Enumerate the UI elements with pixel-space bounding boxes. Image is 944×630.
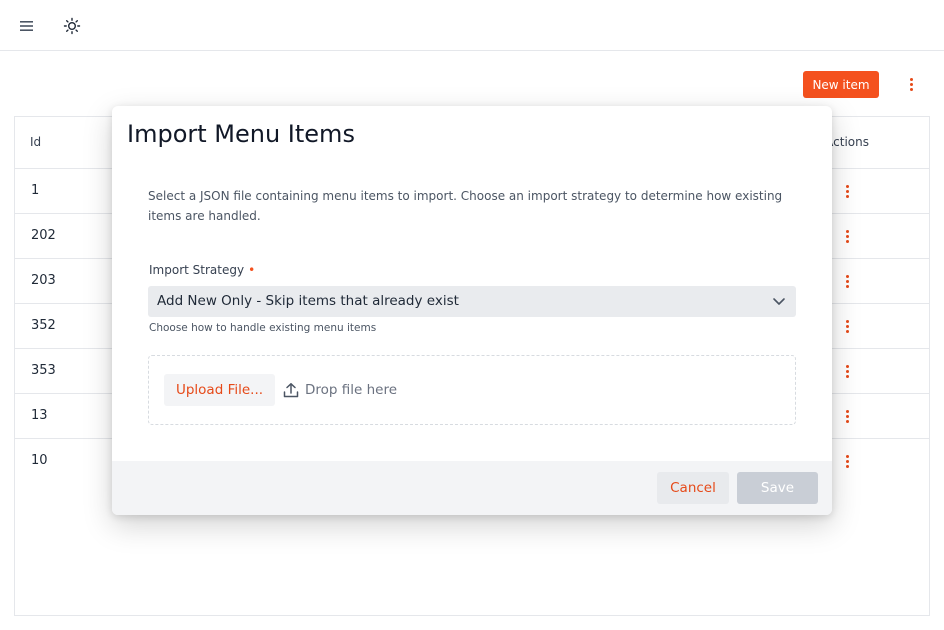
drop-file-text: Drop file here (305, 382, 398, 398)
upload-icon (283, 383, 299, 398)
cancel-button[interactable]: Cancel (657, 472, 729, 504)
cell-id: 202 (31, 228, 56, 243)
more-vertical-icon (845, 409, 849, 423)
menu-toggle-button[interactable] (15, 14, 39, 38)
row-actions-button[interactable] (837, 224, 857, 248)
more-vertical-icon (845, 274, 849, 288)
row-actions-button[interactable] (837, 269, 857, 293)
new-item-button[interactable]: New item (803, 71, 879, 98)
cell-id: 1 (31, 183, 40, 198)
import-strategy-help: Choose how to handle existing menu items (149, 322, 377, 334)
more-vertical-icon (845, 454, 849, 468)
chevron-down-icon (773, 298, 785, 305)
column-header-id[interactable]: Id (30, 135, 41, 149)
import-strategy-select[interactable]: Add New Only - Skip items that already e… (148, 286, 796, 317)
drop-file-hint: Drop file here (283, 382, 397, 398)
save-button[interactable]: Save (737, 472, 818, 504)
dialog-description: Select a JSON file containing menu items… (148, 189, 783, 223)
top-app-bar (0, 0, 944, 51)
import-strategy-label: Import Strategy • (149, 263, 255, 277)
more-vertical-icon (909, 77, 913, 91)
hamburger-menu-icon (20, 21, 33, 31)
row-actions-button[interactable] (837, 404, 857, 428)
row-actions-button[interactable] (837, 449, 857, 473)
import-strategy-value: Add New Only - Skip items that already e… (157, 293, 459, 309)
more-vertical-icon (845, 184, 849, 198)
more-vertical-icon (845, 364, 849, 378)
cell-id: 203 (31, 273, 56, 288)
dialog-title: Import Menu Items (127, 120, 355, 148)
file-dropzone[interactable]: Upload File... Drop file here (148, 355, 796, 425)
more-vertical-icon (845, 229, 849, 243)
cell-id: 13 (31, 408, 48, 423)
import-menu-items-dialog: Import Menu Items Select a JSON file con… (112, 106, 832, 515)
row-actions-button[interactable] (837, 314, 857, 338)
upload-file-button[interactable]: Upload File... (164, 374, 275, 406)
dialog-footer: Cancel Save (112, 461, 832, 515)
more-vertical-icon (845, 319, 849, 333)
required-marker: • (248, 263, 256, 277)
import-strategy-label-text: Import Strategy (149, 263, 245, 277)
row-actions-button[interactable] (837, 179, 857, 203)
sun-icon (63, 17, 81, 35)
list-more-button[interactable] (899, 72, 923, 96)
cell-id: 10 (31, 453, 48, 468)
row-actions-button[interactable] (837, 359, 857, 383)
cell-id: 353 (31, 363, 56, 378)
theme-toggle-button[interactable] (60, 14, 84, 38)
cell-id: 352 (31, 318, 56, 333)
